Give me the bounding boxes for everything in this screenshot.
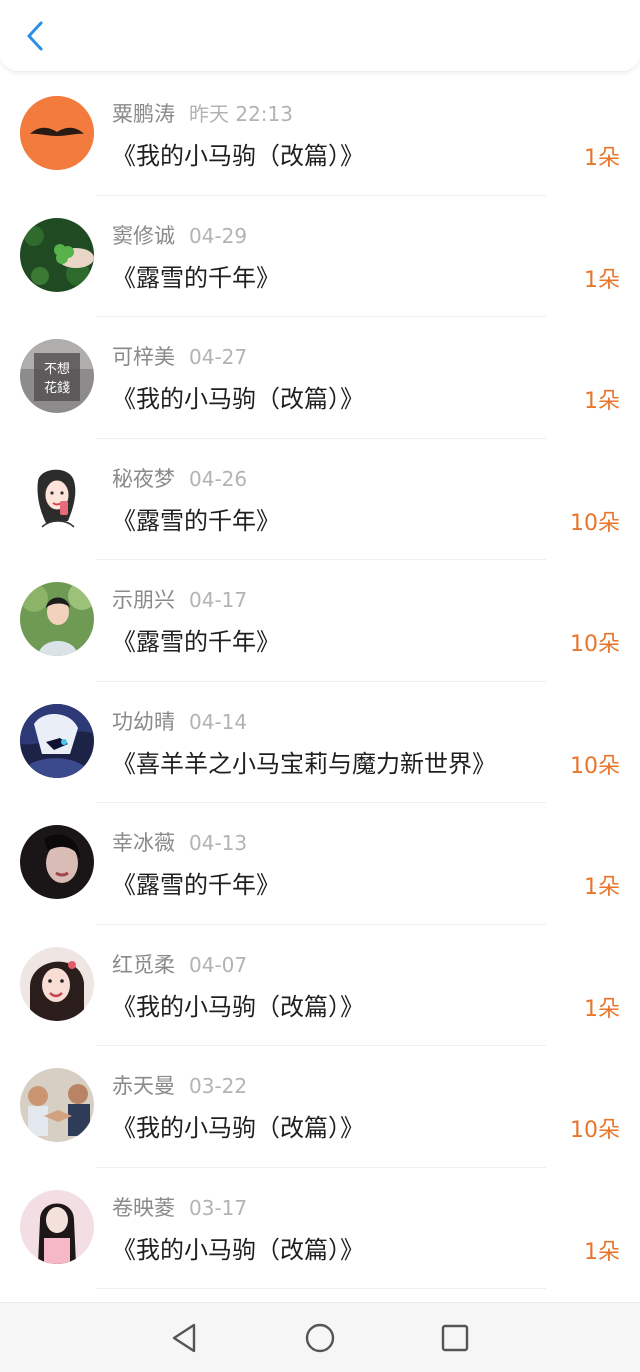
work-title: 《我的小马驹（改篇）》 xyxy=(112,1235,364,1264)
avatar[interactable] xyxy=(20,1189,94,1264)
list-item[interactable]: 粟鹏涛 昨天 22:13 《我的小马驹（改篇）》 1朵 xyxy=(0,74,640,196)
avatar[interactable] xyxy=(20,825,94,899)
avatar-text-line1: 不想 xyxy=(44,361,70,377)
work-title: 《我的小马驹（改篇）》 xyxy=(112,992,364,1021)
work-title: 《露雪的千年》 xyxy=(112,628,280,656)
send-date: 04-29 xyxy=(189,223,248,248)
send-date: 04-07 xyxy=(189,952,248,977)
avatar[interactable] xyxy=(20,460,94,535)
avatar[interactable] xyxy=(20,217,94,292)
list-item[interactable]: 秘夜梦 04-26 《露雪的千年》 10朵 xyxy=(0,439,640,560)
nav-back-button[interactable] xyxy=(168,1321,202,1355)
avatar[interactable] xyxy=(20,946,94,1021)
sender-name: 秘夜梦 04-26 xyxy=(112,466,248,491)
send-date: 04-13 xyxy=(189,831,248,855)
sender-name: 幸冰薇 04-13 xyxy=(112,831,248,855)
list-item[interactable]: 功幼晴 04-14 《喜羊羊之小马宝莉与魔力新世界》 10朵 xyxy=(0,682,640,803)
avatar[interactable] xyxy=(20,1068,94,1142)
chevron-left-icon xyxy=(27,21,43,51)
work-title: 《露雪的千年》 xyxy=(112,263,280,292)
work-title: 《我的小马驹（改篇）》 xyxy=(112,142,364,170)
list-item[interactable]: 幸冰薇 04-13 《露雪的千年》 1朵 xyxy=(0,803,640,925)
flower-count: 1朵 xyxy=(584,996,620,1022)
list-item[interactable]: 红觅柔 04-07 《我的小马驹（改篇）》 1朵 xyxy=(0,925,640,1046)
clover-avatar-icon xyxy=(20,217,94,292)
photo-avatar-icon xyxy=(20,582,94,656)
send-date: 昨天 22:13 xyxy=(189,102,293,126)
avatar-text-line2: 花錢 xyxy=(44,380,70,396)
flower-count: 10朵 xyxy=(570,632,620,657)
sender-name: 示朋兴 04-17 xyxy=(112,588,248,612)
arm-wrestle-avatar-icon xyxy=(20,1068,94,1142)
sender-name: 红觅柔 04-07 xyxy=(112,952,248,977)
avatar[interactable]: 不想 花錢 xyxy=(20,339,94,413)
flower-count: 1朵 xyxy=(584,1239,620,1265)
flower-count: 1朵 xyxy=(584,146,620,171)
triangle-back-icon xyxy=(172,1323,196,1353)
sender-name: 卷映菱 03-17 xyxy=(112,1195,248,1220)
list-item[interactable]: 卷映菱 03-17 《我的小马驹（改篇）》 1朵 xyxy=(0,1168,640,1289)
list-item[interactable]: 示朋兴 04-17 《露雪的千年》 10朵 xyxy=(0,560,640,682)
nav-recent-button[interactable] xyxy=(438,1321,472,1355)
sender-name: 粟鹏涛 昨天 22:13 xyxy=(112,102,293,126)
work-title: 《我的小马驹（改篇）》 xyxy=(112,385,364,413)
top-bar xyxy=(0,0,640,72)
sender-name: 窦修诚 04-29 xyxy=(112,223,248,248)
sender-name: 可梓美 04-27 xyxy=(112,345,248,369)
avatar[interactable] xyxy=(20,582,94,656)
flower-count: 10朵 xyxy=(570,510,620,536)
back-button[interactable] xyxy=(18,16,52,56)
work-title: 《露雪的千年》 xyxy=(112,506,280,535)
flower-count: 10朵 xyxy=(570,1118,620,1143)
pink-photo-avatar-icon xyxy=(20,1189,94,1264)
work-title: 《我的小马驹（改篇）》 xyxy=(112,1114,364,1142)
girl-drawing-avatar-icon xyxy=(20,460,94,535)
system-nav-bar xyxy=(0,1302,640,1372)
work-title: 《露雪的千年》 xyxy=(112,871,280,899)
flower-count: 1朵 xyxy=(584,875,620,900)
sender-name: 赤天曼 03-22 xyxy=(112,1074,248,1098)
nav-home-button[interactable] xyxy=(303,1321,337,1355)
work-title: 《喜羊羊之小马宝莉与魔力新世界》 xyxy=(112,749,496,778)
sender-name: 功幼晴 04-14 xyxy=(112,709,248,734)
anime-avatar-icon xyxy=(20,703,94,778)
list-item[interactable]: 窦修诚 04-29 《露雪的千年》 1朵 xyxy=(0,196,640,317)
send-date: 04-17 xyxy=(189,588,248,612)
avatar[interactable] xyxy=(20,703,94,778)
text-avatar-icon: 不想 花錢 xyxy=(20,339,94,413)
flower-count: 10朵 xyxy=(570,753,620,779)
mustache-avatar-icon xyxy=(20,96,94,170)
dark-photo-avatar-icon xyxy=(20,825,94,899)
list-item[interactable]: 不想 花錢 可梓美 04-27 《我的小马驹（改篇）》 1朵 xyxy=(0,317,640,439)
square-recent-icon xyxy=(441,1324,469,1352)
avatar[interactable] xyxy=(20,96,94,170)
flower-count: 1朵 xyxy=(584,267,620,293)
divider xyxy=(96,1288,546,1289)
send-date: 04-26 xyxy=(189,466,248,491)
send-date: 04-27 xyxy=(189,345,248,369)
flower-count: 1朵 xyxy=(584,389,620,414)
send-date: 03-17 xyxy=(189,1195,248,1220)
list-item[interactable]: 赤天曼 03-22 《我的小马驹（改篇）》 10朵 xyxy=(0,1046,640,1168)
gift-record-list: 粟鹏涛 昨天 22:13 《我的小马驹（改篇）》 1朵 窦修诚 04-29 《露雪的… xyxy=(0,74,640,1289)
circle-home-icon xyxy=(305,1323,335,1353)
send-date: 03-22 xyxy=(189,1074,248,1098)
send-date: 04-14 xyxy=(189,709,248,734)
selfie-avatar-icon xyxy=(20,946,94,1021)
